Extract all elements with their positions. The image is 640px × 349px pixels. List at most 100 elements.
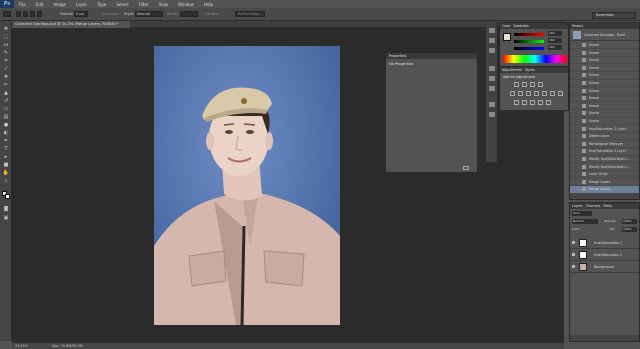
type-tool-icon[interactable]: T <box>2 145 10 152</box>
marquee-preset-icon[interactable] <box>3 11 11 17</box>
history-item[interactable]: Eraser <box>570 57 639 65</box>
history-item[interactable]: Hue/Saturation 2 Layer <box>570 126 639 133</box>
history-item[interactable]: Merge Layers <box>570 179 639 186</box>
menu-window[interactable]: Window <box>173 2 199 7</box>
crop-tool-icon[interactable]: ⌗ <box>2 57 10 64</box>
black-white-icon[interactable] <box>534 91 539 96</box>
history-item[interactable]: Eraser <box>570 50 639 57</box>
history-item[interactable]: Eraser <box>570 65 639 72</box>
new-selection-icon[interactable] <box>16 11 21 17</box>
brush-tool-icon[interactable]: ✏ <box>2 81 10 88</box>
background-color-swatch[interactable] <box>5 194 10 199</box>
brush-panel-icon[interactable] <box>489 66 495 71</box>
menu-image[interactable]: Image <box>48 2 71 7</box>
dodge-tool-icon[interactable]: ◐ <box>2 129 10 136</box>
tab-styles[interactable]: Styles <box>525 68 535 72</box>
document-tab[interactable]: Colorized Grandpa.psd @ 24.2% (Merge Lay… <box>12 21 130 28</box>
photo-filter-icon[interactable] <box>542 91 547 96</box>
hue-saturation-icon[interactable] <box>518 91 523 96</box>
history-item[interactable]: Layer Order <box>570 171 639 179</box>
history-item[interactable]: Eraser <box>570 95 639 103</box>
history-item[interactable]: Eraser <box>570 72 639 80</box>
healing-tool-icon[interactable]: ✚ <box>2 73 10 80</box>
menu-edit[interactable]: Edit <box>31 2 49 7</box>
gradient-tool-icon[interactable]: ▤ <box>2 113 10 120</box>
gradient-map-icon[interactable] <box>538 100 543 105</box>
antialias-checkbox[interactable]: Anti-alias <box>102 12 119 16</box>
menu-layer[interactable]: Layer <box>71 2 92 7</box>
visibility-eye-icon[interactable] <box>572 253 575 256</box>
visibility-eye-icon[interactable] <box>572 265 575 268</box>
history-brush-tool-icon[interactable]: ↺ <box>2 97 10 104</box>
vibrance-icon[interactable] <box>510 91 515 96</box>
history-item[interactable]: Delete Layer <box>570 133 639 141</box>
blue-value[interactable]: 165 <box>548 45 562 50</box>
color-balance-icon[interactable] <box>526 91 531 96</box>
layer-row[interactable]: Background <box>570 261 639 273</box>
color-spectrum-bar[interactable] <box>503 55 567 63</box>
menu-help[interactable]: Help <box>199 2 218 7</box>
menu-filter[interactable]: Filter <box>134 2 154 7</box>
visibility-eye-icon[interactable] <box>572 241 575 244</box>
subtract-selection-icon[interactable] <box>30 11 35 17</box>
layer-row[interactable]: Hue/Saturation 2 <box>570 249 639 261</box>
history-snapshot[interactable]: Colorized Grandpa - Fixed ... <box>570 30 639 41</box>
tab-adjustments[interactable]: Adjustments <box>502 68 522 72</box>
history-item[interactable]: Eraser <box>570 118 639 126</box>
history-item[interactable]: Rectangular Marquee <box>570 141 639 148</box>
info-panel-icon[interactable] <box>489 112 495 117</box>
properties-trash-icon[interactable] <box>463 166 469 170</box>
menu-file[interactable]: File <box>14 2 31 7</box>
feather-input[interactable]: 0 px <box>74 11 88 17</box>
history-item[interactable]: Eraser <box>570 88 639 95</box>
workspace-switcher[interactable]: Essentials <box>592 12 636 19</box>
selective-color-icon[interactable] <box>546 100 551 105</box>
tab-channels[interactable]: Channels <box>586 204 601 208</box>
red-slider[interactable] <box>514 33 544 36</box>
brightness-contrast-icon[interactable] <box>514 82 519 87</box>
quick-select-tool-icon[interactable]: ✎ <box>2 49 10 56</box>
properties-panel-icon[interactable] <box>489 102 495 107</box>
history-item[interactable]: Modify Hue/Saturation L... <box>570 156 639 164</box>
history-panel-icon[interactable] <box>489 28 495 33</box>
eyedropper-tool-icon[interactable]: ⁄ <box>2 65 10 72</box>
fill-input[interactable]: 100% <box>622 227 637 232</box>
history-tab[interactable]: History <box>570 23 639 29</box>
tab-paths[interactable]: Paths <box>603 204 612 208</box>
tool-presets-panel-icon[interactable] <box>489 86 495 91</box>
threshold-icon[interactable] <box>530 100 535 105</box>
history-item[interactable]: Eraser <box>570 80 639 88</box>
path-select-tool-icon[interactable]: ▸ <box>2 153 10 160</box>
menu-type[interactable]: Type <box>92 2 111 7</box>
red-value[interactable]: 202 <box>548 31 562 36</box>
menu-view[interactable]: View <box>154 2 174 7</box>
color-lookup-icon[interactable] <box>558 91 563 96</box>
shape-tool-icon[interactable]: ■ <box>2 161 10 168</box>
channel-mixer-icon[interactable] <box>550 91 555 96</box>
character-panel-icon[interactable] <box>489 38 495 43</box>
curves-icon[interactable] <box>530 82 535 87</box>
history-item[interactable]: Modify Hue/Saturation L... <box>570 164 639 171</box>
history-item[interactable]: Eraser <box>570 110 639 118</box>
posterize-icon[interactable] <box>522 100 527 105</box>
canvas-area[interactable] <box>12 28 564 343</box>
move-tool-icon[interactable]: ✥ <box>2 25 10 32</box>
pen-tool-icon[interactable]: ✒ <box>2 137 10 144</box>
opacity-input[interactable]: 100% <box>622 219 637 224</box>
lasso-tool-icon[interactable]: ᔕ <box>2 41 10 48</box>
menu-select[interactable]: Select <box>111 2 133 7</box>
invert-icon[interactable] <box>514 100 519 105</box>
zoom-level[interactable]: 24.25% <box>15 343 28 349</box>
tab-swatches[interactable]: Swatches <box>513 24 528 28</box>
levels-icon[interactable] <box>522 82 527 87</box>
tab-layers[interactable]: Layers <box>572 204 583 208</box>
clone-source-panel-icon[interactable] <box>489 76 495 81</box>
zoom-tool-icon[interactable]: ⌕ <box>2 177 10 184</box>
screen-mode-icon[interactable]: ▣ <box>2 214 10 221</box>
eraser-tool-icon[interactable]: ▭ <box>2 105 10 112</box>
marquee-tool-icon[interactable]: ⬚ <box>2 33 10 40</box>
style-select[interactable]: Normal <box>135 11 163 17</box>
clone-stamp-tool-icon[interactable]: ▲ <box>2 89 10 96</box>
history-item[interactable]: Hue/Saturation 2 Layer <box>570 148 639 156</box>
portrait-photo[interactable] <box>154 46 340 325</box>
